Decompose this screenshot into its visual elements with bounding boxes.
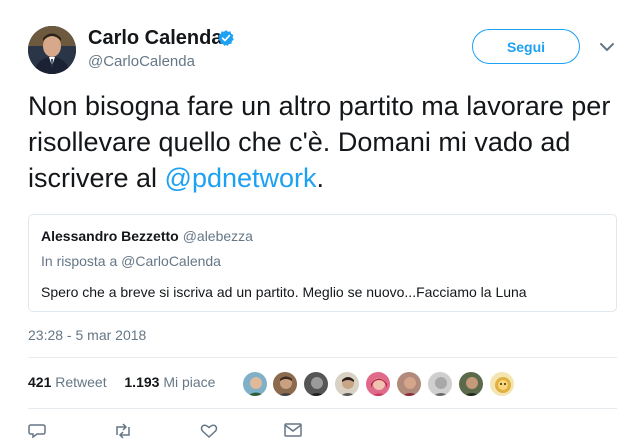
- quote-reply-to: In risposta a @CarloCalenda: [41, 253, 221, 269]
- tweet-stats: 421 Retweet 1.193 Mi piace: [28, 374, 215, 390]
- liker-avatar[interactable]: [334, 371, 360, 397]
- quote-author: Alessandro Bezzetto @alebezza: [41, 228, 253, 244]
- liker-avatar[interactable]: [365, 371, 391, 397]
- heart-icon: [200, 424, 218, 439]
- envelope-icon: [284, 423, 302, 437]
- like-count: 1.193: [124, 374, 160, 390]
- verified-badge-icon: [218, 30, 234, 46]
- like-stat[interactable]: 1.193 Mi piace: [124, 374, 215, 390]
- tweet-timestamp[interactable]: 23:28 - 5 mar 2018: [28, 327, 146, 343]
- follow-button[interactable]: Segui: [472, 29, 580, 64]
- divider: [28, 408, 617, 409]
- tweet-text: Non bisogna fare un altro partito ma lav…: [28, 88, 628, 196]
- liker-avatar[interactable]: [272, 371, 298, 397]
- like-label: Mi piace: [163, 374, 216, 390]
- author-handle[interactable]: @CarloCalenda: [88, 53, 195, 70]
- retweet-label: Retweet: [55, 374, 107, 390]
- liker-avatar[interactable]: [458, 371, 484, 397]
- divider: [28, 357, 617, 358]
- tweet-actions: [28, 420, 628, 440]
- reply-icon: [28, 424, 46, 439]
- author-display-name[interactable]: Carlo Calenda: [88, 27, 222, 50]
- liker-avatar[interactable]: [427, 371, 453, 397]
- quote-author-name: Alessandro Bezzetto: [41, 228, 179, 244]
- chevron-down-icon[interactable]: [599, 41, 615, 53]
- retweet-icon: [116, 423, 130, 439]
- tweet-text-end: .: [316, 163, 325, 193]
- liker-avatar[interactable]: [242, 371, 268, 397]
- liker-avatar[interactable]: [489, 371, 515, 397]
- retweet-count: 421: [28, 374, 52, 390]
- liker-avatar[interactable]: [303, 371, 329, 397]
- mention-link[interactable]: @pdnetwork: [165, 163, 317, 193]
- tweet-header: Carlo Calenda @CarloCalenda Segui: [0, 0, 640, 86]
- quote-text: Spero che a breve si iscriva ad un parti…: [41, 284, 527, 300]
- liker-avatar[interactable]: [396, 371, 422, 397]
- retweet-stat[interactable]: 421 Retweet: [28, 374, 107, 390]
- quote-author-handle: @alebezza: [182, 228, 253, 244]
- quoted-tweet[interactable]: Alessandro Bezzetto @alebezza In risposta…: [28, 214, 617, 312]
- author-avatar[interactable]: [28, 26, 76, 74]
